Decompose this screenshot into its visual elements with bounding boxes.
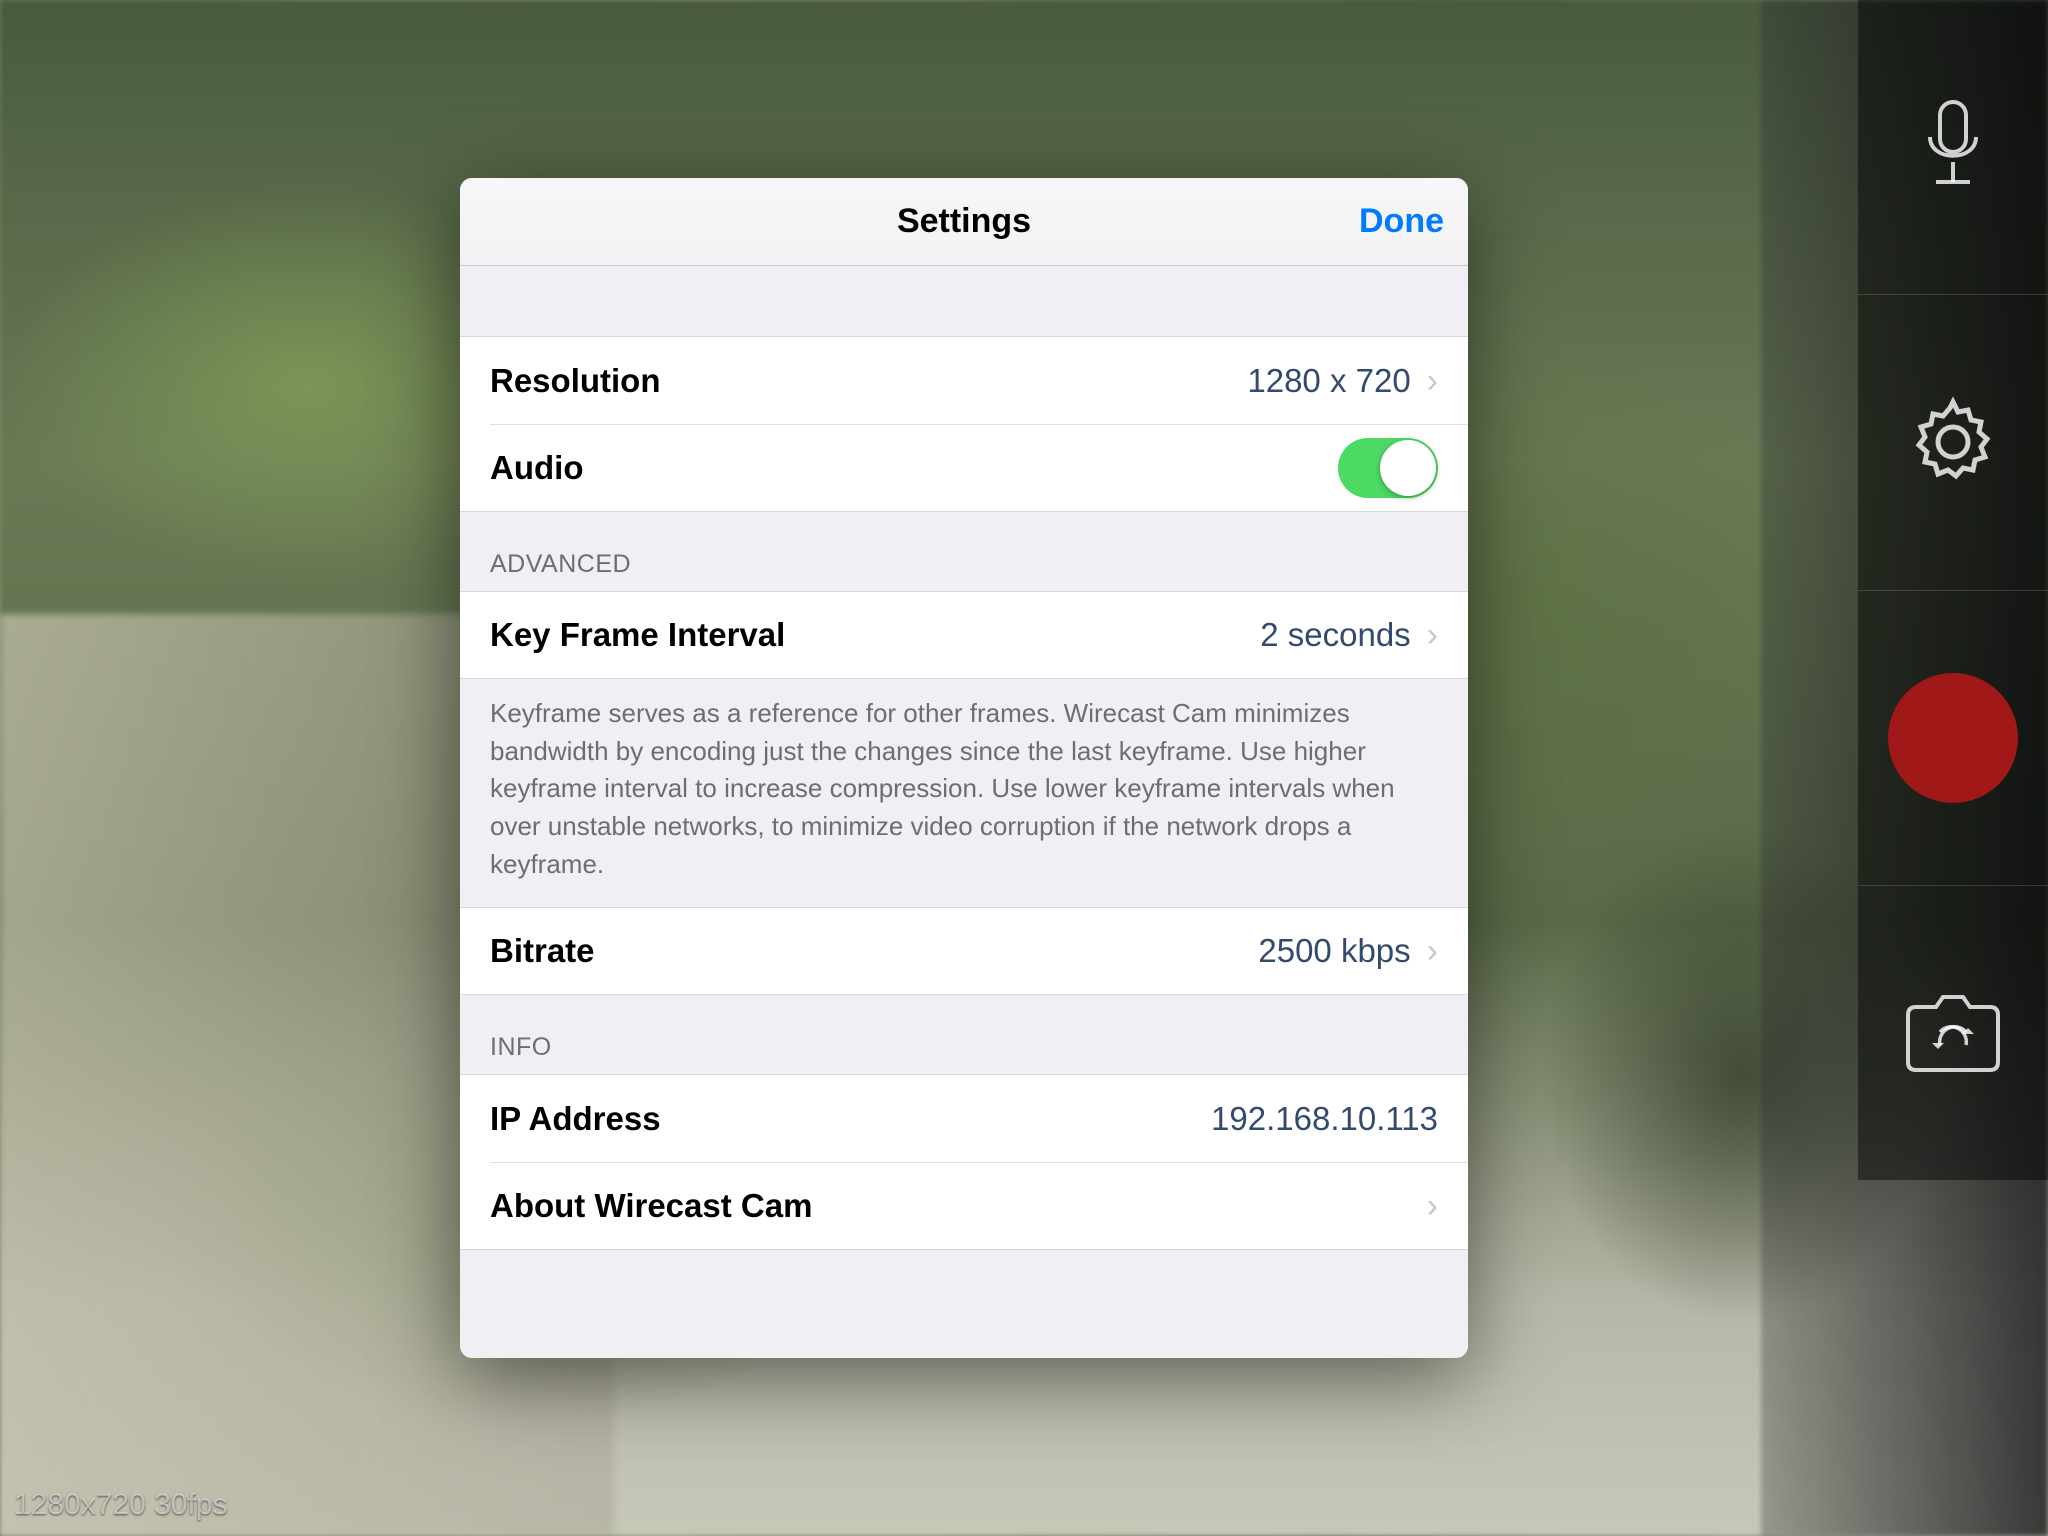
resolution-row[interactable]: Resolution 1280 x 720 › — [460, 336, 1468, 424]
audio-label: Audio — [490, 449, 583, 487]
modal-header: Settings Done — [460, 178, 1468, 266]
chevron-right-icon: › — [1427, 618, 1438, 652]
about-row[interactable]: About Wirecast Cam › — [460, 1162, 1468, 1250]
microphone-icon — [1918, 97, 1988, 197]
keyframe-value: 2 seconds — [1260, 616, 1410, 654]
keyframe-description: Keyframe serves as a reference for other… — [460, 679, 1468, 907]
microphone-button[interactable] — [1858, 0, 2048, 295]
bitrate-row[interactable]: Bitrate 2500 kbps › — [460, 907, 1468, 995]
audio-toggle[interactable] — [1338, 438, 1438, 498]
record-button[interactable] — [1858, 591, 2048, 886]
bitrate-value: 2500 kbps — [1258, 932, 1410, 970]
ip-value: 192.168.10.113 — [1211, 1100, 1438, 1138]
done-button[interactable]: Done — [1359, 202, 1444, 241]
chevron-right-icon: › — [1427, 364, 1438, 398]
resolution-label: Resolution — [490, 362, 661, 400]
chevron-right-icon: › — [1427, 1189, 1438, 1223]
settings-modal: Settings Done Resolution 1280 x 720 › Au… — [460, 178, 1468, 1358]
keyframe-row[interactable]: Key Frame Interval 2 seconds › — [460, 591, 1468, 679]
record-icon — [1888, 673, 2018, 803]
camera-controls-sidebar — [1858, 0, 2048, 1180]
settings-button[interactable] — [1858, 295, 2048, 590]
info-section-header: INFO — [460, 995, 1468, 1074]
resolution-value: 1280 x 720 — [1247, 362, 1410, 400]
chevron-right-icon: › — [1427, 934, 1438, 968]
audio-row: Audio — [460, 424, 1468, 512]
modal-title: Settings — [897, 202, 1031, 241]
ip-label: IP Address — [490, 1100, 661, 1138]
ip-address-row: IP Address 192.168.10.113 — [460, 1074, 1468, 1162]
about-label: About Wirecast Cam — [490, 1187, 812, 1225]
switch-camera-icon — [1898, 990, 2008, 1075]
gear-icon — [1903, 392, 2003, 492]
bitrate-label: Bitrate — [490, 932, 595, 970]
keyframe-label: Key Frame Interval — [490, 616, 785, 654]
toggle-knob — [1380, 440, 1436, 496]
advanced-section-header: ADVANCED — [460, 512, 1468, 591]
resolution-fps-overlay: 1280x720 30fps — [14, 1488, 228, 1522]
switch-camera-button[interactable] — [1858, 886, 2048, 1180]
